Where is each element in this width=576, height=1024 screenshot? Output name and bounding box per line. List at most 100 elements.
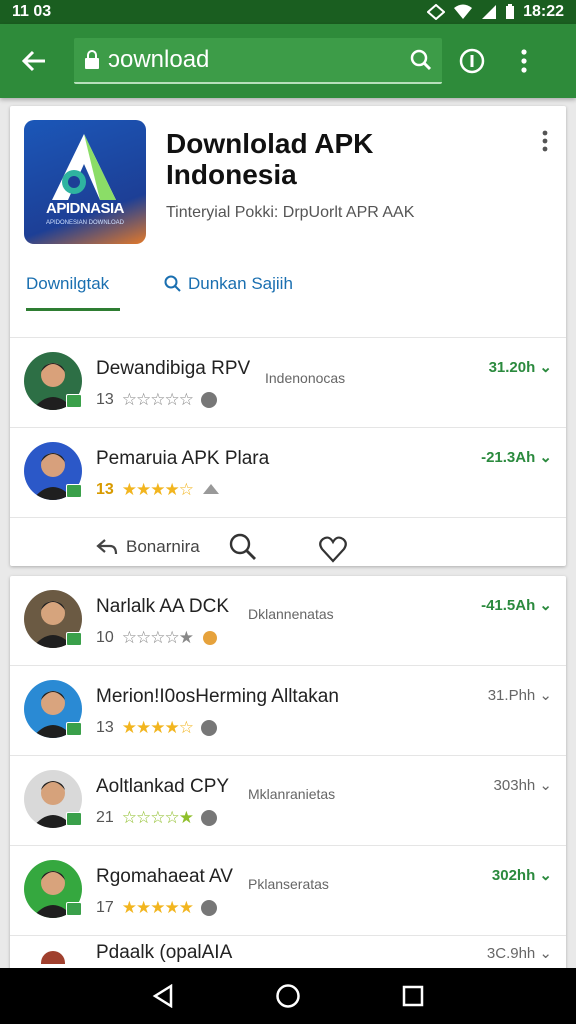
app-title: Downlolad APK Indonesia bbox=[166, 128, 373, 190]
rating-stars: ★★★★★ bbox=[121, 898, 194, 917]
cell-signal-icon bbox=[482, 5, 497, 19]
item-actions: Bonarnira bbox=[10, 518, 566, 566]
signal-icon bbox=[427, 4, 446, 20]
rating-count: 17 bbox=[96, 899, 114, 916]
item-rating: 21 ☆☆☆☆★ bbox=[96, 808, 217, 828]
item-rating: 17 ★★★★★ bbox=[96, 898, 217, 918]
nav-home-icon bbox=[276, 984, 300, 1008]
info-dot-icon bbox=[201, 392, 217, 408]
nav-back-button[interactable] bbox=[143, 976, 183, 1016]
app-title-line2: Indonesia bbox=[166, 159, 297, 190]
share-button[interactable]: Bonarnira bbox=[96, 536, 200, 558]
list-item[interactable]: Merion!I0osHerming Alltakan 31.Phh ⌄ 13 … bbox=[10, 666, 566, 756]
verified-badge bbox=[66, 394, 82, 408]
item-title: Rgomahaeat AV bbox=[96, 866, 233, 887]
logo-subtext: APIDONESIAN DOWNLOAD bbox=[45, 220, 124, 226]
nav-recent-icon bbox=[403, 985, 424, 1007]
item-size[interactable]: 303hh ⌄ bbox=[494, 776, 552, 794]
status-left: 11 03 bbox=[12, 3, 51, 21]
tab-indicator bbox=[26, 308, 120, 311]
item-size[interactable]: -41.5Ah ⌄ bbox=[481, 596, 552, 614]
share-icon bbox=[96, 539, 118, 555]
search-icon[interactable] bbox=[410, 49, 432, 71]
item-size[interactable]: 31.Phh ⌄ bbox=[488, 686, 552, 704]
item-tag: Dklannenatas bbox=[248, 606, 334, 622]
tab-search[interactable]: Dunkan Sajiih bbox=[164, 274, 293, 294]
tab-search-label: Dunkan Sajiih bbox=[188, 274, 293, 293]
rating-stars: ☆☆☆☆★ bbox=[121, 808, 194, 827]
app-title-line1: Downlolad APK bbox=[166, 128, 374, 159]
rating-stars: ☆☆☆☆☆ bbox=[121, 390, 194, 409]
back-arrow-icon bbox=[21, 50, 45, 72]
list-item[interactable]: Aoltlankad CPY Mklanranietas 303hh ⌄ 21 … bbox=[10, 756, 566, 846]
list-item[interactable]: Pdaalk (opalAIA 3C.9hh ⌄ bbox=[10, 936, 566, 964]
list-item[interactable]: Rgomahaeat AV Pklanseratas 302hh ⌄ 17 ★★… bbox=[10, 846, 566, 936]
rating-count: 10 bbox=[96, 629, 114, 646]
heart-icon[interactable] bbox=[318, 534, 348, 564]
share-label: Bonarnira bbox=[126, 537, 200, 556]
nav-recent-button[interactable] bbox=[393, 976, 433, 1016]
item-tag: Indenonocas bbox=[265, 370, 346, 386]
card-overflow-button[interactable] bbox=[530, 126, 560, 156]
item-rating: 13 ★★★★☆ bbox=[96, 480, 221, 500]
item-title: Dewandibiga RPV bbox=[96, 358, 251, 379]
list-item[interactable]: Dewandibiga RPV Indenonocas 31.20h ⌄ 13 … bbox=[10, 338, 566, 428]
more-vert-icon bbox=[542, 130, 548, 152]
verified-badge bbox=[66, 484, 82, 498]
battery-icon bbox=[506, 4, 515, 19]
app-detail-card: APIDNASIA APIDONESIAN DOWNLOAD Downlolad… bbox=[10, 106, 566, 566]
nav-home-button[interactable] bbox=[268, 976, 308, 1016]
item-rating: 13 ☆☆☆☆☆ bbox=[96, 390, 217, 410]
app-list-card: Narlalk AA DCK Dklannenatas -41.5Ah ⌄ 10… bbox=[10, 576, 566, 976]
item-size[interactable]: 31.20h ⌄ bbox=[489, 358, 552, 376]
avatar bbox=[24, 940, 82, 964]
list-item[interactable]: Narlalk AA DCK Dklannenatas -41.5Ah ⌄ 10… bbox=[10, 576, 566, 666]
rating-stars: ☆☆☆☆★ bbox=[121, 628, 194, 647]
verified-badge bbox=[66, 722, 82, 736]
info-dot-icon bbox=[201, 810, 217, 826]
info-button[interactable] bbox=[450, 39, 494, 83]
back-button[interactable] bbox=[12, 39, 56, 83]
app-bar: ɔownload bbox=[0, 24, 576, 98]
item-size[interactable]: 302hh ⌄ bbox=[492, 866, 552, 884]
info-icon bbox=[459, 48, 485, 74]
system-nav-bar bbox=[0, 968, 576, 1024]
item-size[interactable]: 3C.9hh ⌄ bbox=[487, 944, 552, 962]
badge-icon bbox=[203, 484, 219, 494]
more-vert-icon bbox=[521, 49, 527, 73]
rating-count: 21 bbox=[96, 809, 114, 826]
item-title: Pemaruia APK Plara bbox=[96, 448, 270, 469]
search-icon[interactable] bbox=[228, 532, 258, 562]
search-icon bbox=[164, 275, 181, 292]
rating-count: 13 bbox=[96, 481, 114, 498]
status-right: 18:22 bbox=[427, 3, 564, 21]
app-header: APIDNASIA APIDONESIAN DOWNLOAD Downlolad… bbox=[10, 106, 566, 338]
item-title: Pdaalk (opalAIA bbox=[96, 942, 233, 963]
item-title: Narlalk AA DCK bbox=[96, 596, 230, 617]
rating-stars: ★★★★☆ bbox=[121, 480, 194, 499]
rating-count: 13 bbox=[96, 391, 114, 408]
item-size[interactable]: -21.3Ah ⌄ bbox=[481, 448, 552, 466]
rating-count: 13 bbox=[96, 719, 114, 736]
verified-badge bbox=[66, 812, 82, 826]
logo-text: APIDNASIA bbox=[45, 200, 125, 217]
item-tag: Mklanranietas bbox=[248, 786, 336, 802]
notification-icons: 11 03 bbox=[12, 3, 52, 20]
status-time: 18:22 bbox=[523, 3, 564, 20]
url-text: ɔownload bbox=[108, 46, 210, 73]
app-subtitle: Tinteryial Pokki: DrpUorlt APR AAK bbox=[166, 204, 415, 221]
info-dot-icon bbox=[201, 900, 217, 916]
tab-download[interactable]: Downilgtak bbox=[26, 274, 109, 294]
url-field[interactable]: ɔownload bbox=[74, 38, 442, 84]
overflow-menu-button[interactable] bbox=[502, 39, 546, 83]
lock-icon bbox=[85, 50, 99, 69]
status-bar: 11 03 18:22 bbox=[0, 0, 576, 24]
list-item[interactable]: Pemaruia APK Plara -21.3Ah ⌄ 13 ★★★★☆ bbox=[10, 428, 566, 518]
badge-icon bbox=[203, 631, 217, 645]
item-rating: 10 ☆☆☆☆★ bbox=[96, 628, 219, 648]
verified-badge bbox=[66, 902, 82, 916]
wifi-icon bbox=[454, 4, 473, 19]
item-title: Aoltlankad CPY bbox=[96, 776, 230, 797]
item-title: Merion!I0osHerming Alltakan bbox=[96, 686, 339, 707]
info-dot-icon bbox=[201, 720, 217, 736]
